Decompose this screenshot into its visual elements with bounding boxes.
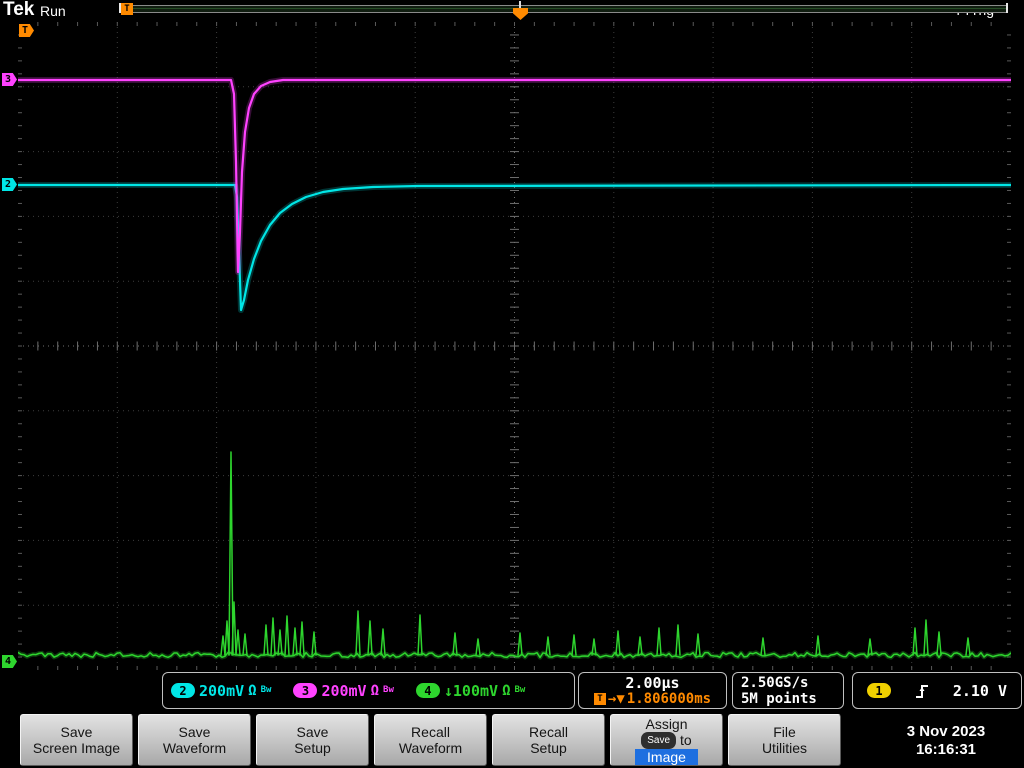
menu-button-label: Waveform [162, 740, 227, 756]
menu-button-label: Recall [411, 724, 450, 740]
bottom-menu-bar: Save Screen Image Save Waveform Save Setup Rec… [0, 712, 1024, 768]
menu-button-save-waveform[interactable]: Save Waveform [138, 714, 251, 766]
menu-button-file-utilities[interactable]: File Utilities [728, 714, 841, 766]
trigger-delay-value: 1.806000ms [626, 690, 712, 707]
menu-button-label: Setup [294, 740, 331, 756]
channel-2-scale: 200mV [199, 681, 245, 700]
channel-4-scale: ↓100mV [443, 681, 499, 700]
channel-3-impedance: Ω [370, 682, 380, 699]
channel-4-position-marker[interactable]: 4 [2, 655, 17, 668]
record-view-bar[interactable] [120, 5, 1008, 13]
channel-2-impedance: Ω [248, 682, 257, 699]
channel-4-impedance: Ω [502, 682, 511, 699]
tek-logo: Tek [3, 0, 35, 20]
timebase-scale: 2.00µs [625, 673, 680, 692]
assign-target-image: Image [635, 748, 698, 765]
trigger-readout-box[interactable]: 1 2.10 V [852, 672, 1022, 709]
time-text: 16:16:31 [915, 741, 977, 758]
trigger-delay-arrows: →▼ [607, 690, 625, 707]
menu-button-label: Recall [529, 724, 568, 740]
waveform-display [18, 22, 1011, 670]
record-view-trigger-icon[interactable]: T [121, 3, 133, 15]
trigger-source-badge[interactable]: 1 [867, 683, 891, 698]
save-pill-icon: Save [641, 731, 677, 749]
menu-button-label: to [680, 731, 692, 748]
expansion-point-tick [519, 1, 521, 8]
menu-button-label: Utilities [761, 740, 808, 756]
channel-4-readout[interactable]: 4 ↓100mV Ω Bw [415, 681, 526, 700]
menu-button-save-setup[interactable]: Save Setup [256, 714, 369, 766]
rising-edge-icon [915, 684, 928, 698]
trigger-level-value: 2.10 V [952, 681, 1007, 700]
channel-4-bandwidth-icon: Bw [514, 684, 526, 695]
menu-button-recall-setup[interactable]: Recall Setup [492, 714, 605, 766]
menu-button-assign-save-to-image[interactable]: Assign Save to Image [610, 714, 723, 766]
menu-button-label: File [773, 724, 796, 740]
menu-button-recall-waveform[interactable]: Recall Waveform [374, 714, 487, 766]
assign-save-row: Save to [641, 731, 692, 749]
channel-2-readout[interactable]: 2 200mV Ω Bw [171, 682, 271, 700]
acquisition-readout-box[interactable]: 2.50GS/s 5M points [732, 672, 844, 709]
menu-button-label: Screen Image [32, 740, 121, 756]
waveform-channel-3 [18, 77, 1011, 275]
menu-button-save-screen-image[interactable]: Save Screen Image [20, 714, 133, 766]
horizontal-readout-box[interactable]: 2.00µs T →▼ 1.806000ms [578, 672, 727, 709]
expansion-point-marker[interactable] [513, 8, 528, 20]
channel-3-bandwidth-icon: Bw [383, 684, 394, 695]
channel-3-position-marker[interactable]: 3 [2, 73, 17, 86]
acquisition-status: Run [40, 3, 66, 19]
channel-3-badge[interactable]: 3 [293, 683, 318, 698]
channel-2-badge[interactable]: 2 [171, 683, 195, 698]
channel-readouts-box[interactable]: 2 200mV Ω Bw 3 200mV Ω Bw 4 ↓100mV Ω Bw [162, 672, 575, 709]
date-text: 3 Nov 2023 [906, 723, 986, 740]
channel-2-position-marker[interactable]: 2 [2, 178, 17, 191]
channel-2-bandwidth-icon: Bw [260, 684, 272, 695]
menu-button-label: Assign [645, 715, 688, 732]
trigger-delay-icon: T [593, 692, 606, 705]
channel-4-badge[interactable]: 4 [415, 683, 440, 698]
record-view-waveform-line [121, 8, 1007, 9]
channel-3-readout[interactable]: 3 200mV Ω Bw [293, 681, 394, 700]
datetime-display: 3 Nov 2023 16:16:31 [876, 723, 1016, 759]
graticule-grid [18, 22, 1011, 670]
trigger-delay-row: T →▼ 1.806000ms [593, 690, 712, 707]
menu-button-label: Setup [530, 740, 567, 756]
menu-button-label: Save [178, 724, 211, 740]
menu-button-label: Save [296, 724, 329, 740]
menu-button-label: Waveform [398, 740, 463, 756]
sample-rate: 2.50GS/s [741, 674, 809, 691]
record-view-right-bracket [1006, 3, 1008, 13]
menu-button-label: Save [60, 724, 93, 740]
oscilloscope-screen: Tek Run PrTrig T T324 2200mVΩBw3200mVΩBw… [0, 0, 1024, 768]
record-length: 5M points [741, 690, 817, 707]
channel-3-scale: 200mV [321, 681, 367, 700]
